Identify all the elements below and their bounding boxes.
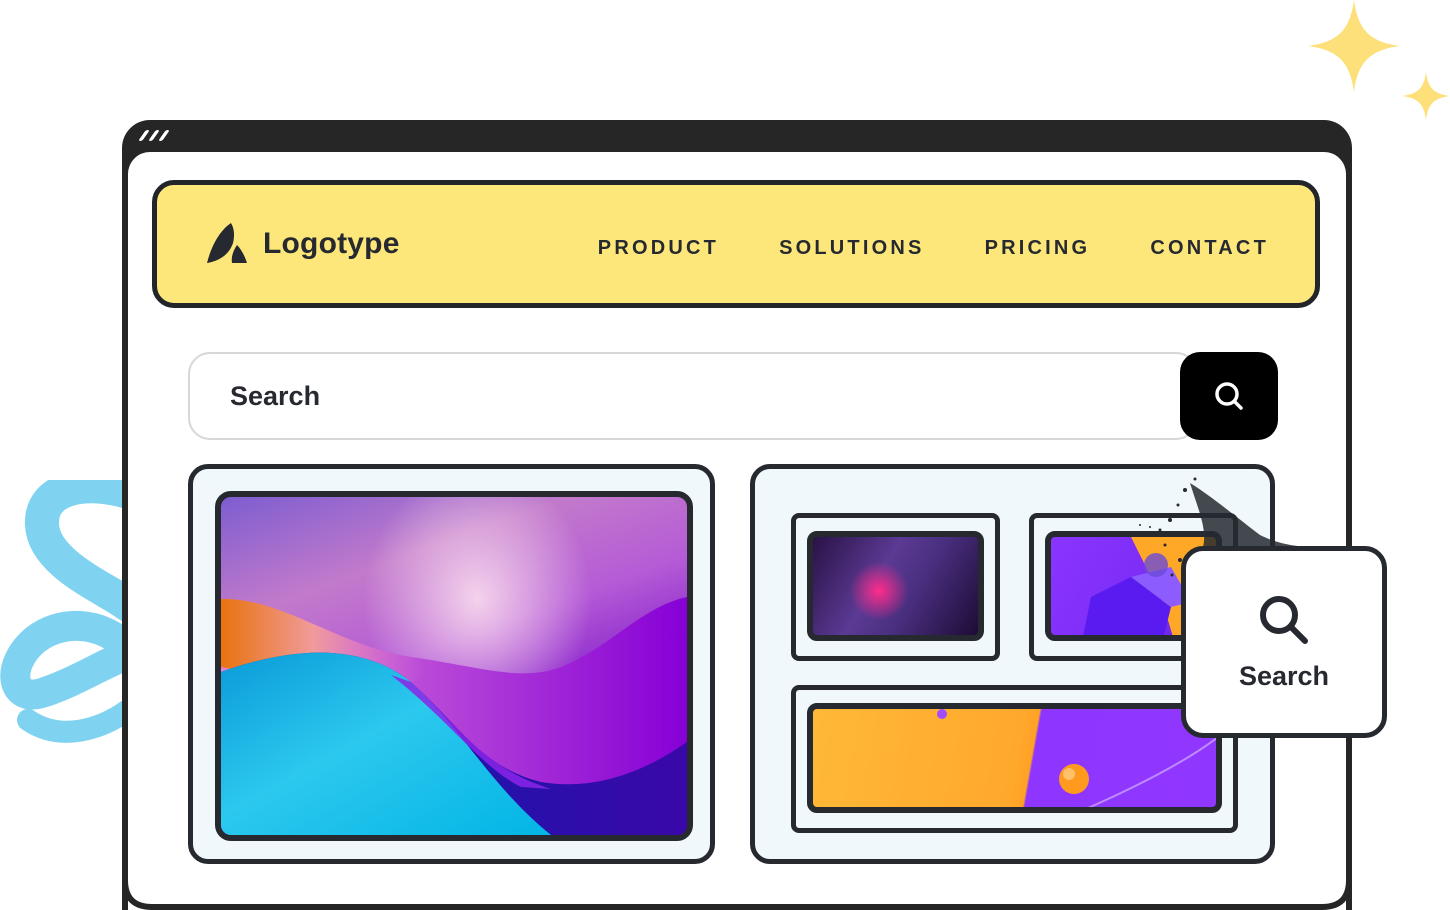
sphere-orbit-shapes xyxy=(937,709,1216,807)
nav-links: PRODUCT SOLUTIONS PRICING CONTACT xyxy=(598,237,1269,260)
logo[interactable]: Logotype xyxy=(207,223,400,265)
nav-link-solutions[interactable]: SOLUTIONS xyxy=(779,237,924,260)
thumbnail-image-1[interactable] xyxy=(807,531,984,641)
sparkle-large-icon xyxy=(1308,0,1400,92)
search-icon xyxy=(1260,595,1308,644)
logo-mark-icon xyxy=(207,223,247,263)
search-input[interactable] xyxy=(188,352,1198,440)
floating-search-card[interactable]: Search xyxy=(1181,546,1387,738)
search-icon xyxy=(1215,382,1243,410)
logo-text: Logotype xyxy=(263,227,400,260)
search-bar xyxy=(188,352,1278,440)
nav-link-product[interactable]: PRODUCT xyxy=(598,237,719,260)
navbar: Logotype PRODUCT SOLUTIONS PRICING CONTA… xyxy=(152,180,1320,308)
thumbnail-slot-3 xyxy=(791,685,1238,833)
nav-link-contact[interactable]: CONTACT xyxy=(1150,237,1269,260)
main-image-panel xyxy=(188,464,715,864)
wave-shapes xyxy=(221,597,687,835)
squiggle-decoration-icon xyxy=(0,480,130,743)
thumbnail-image-3[interactable] xyxy=(807,703,1222,813)
main-image[interactable] xyxy=(215,491,693,841)
nav-link-pricing[interactable]: PRICING xyxy=(985,237,1091,260)
floating-search-label: Search xyxy=(1238,660,1330,691)
search-button[interactable] xyxy=(1180,352,1278,440)
thumbnail-slot-1 xyxy=(791,513,1000,661)
sparkle-small-icon xyxy=(1402,72,1450,120)
